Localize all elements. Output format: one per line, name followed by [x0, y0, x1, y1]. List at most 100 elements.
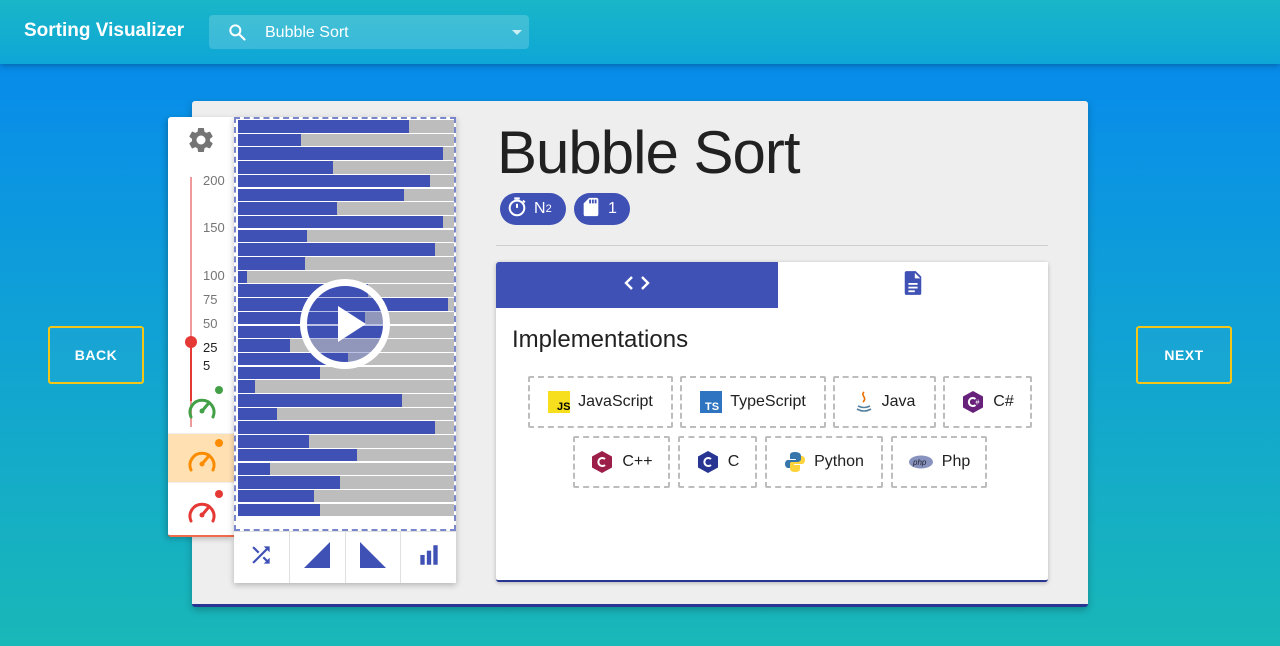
array-bar [238, 257, 454, 270]
next-button[interactable]: NEXT [1136, 326, 1232, 384]
document-icon [902, 270, 924, 301]
javascript-icon: JS [548, 391, 571, 413]
array-bar-fill [238, 229, 308, 243]
array-bar-fill [238, 503, 321, 517]
sort-descending-button[interactable] [346, 532, 402, 583]
array-bar [238, 476, 454, 489]
lang-label: C++ [622, 453, 653, 470]
space-complexity-chip: 1 [574, 193, 630, 225]
svg-text:#: # [976, 400, 980, 407]
c-icon [696, 450, 720, 474]
array-bar-fill [238, 366, 321, 380]
lang-label: C# [993, 393, 1014, 410]
lang-label: TypeScript [730, 393, 806, 410]
bar-chart-icon [416, 542, 442, 573]
shuffle-button[interactable] [234, 532, 290, 583]
array-bar-fill [238, 476, 340, 489]
array-bar-fill [238, 161, 334, 174]
algorithm-title: Bubble Sort [497, 119, 801, 186]
array-bar [238, 448, 454, 462]
speed-indicator-dot [215, 386, 223, 394]
lang-c-button[interactable]: C [678, 436, 757, 488]
speed-slow-button[interactable] [168, 381, 234, 431]
csharp-icon: # [961, 390, 985, 414]
array-bar [238, 215, 454, 229]
algorithm-select[interactable]: Bubble Sort [209, 15, 529, 49]
algorithm-select-value: Bubble Sort [265, 24, 349, 41]
divider [496, 245, 1048, 246]
array-bar [238, 188, 454, 201]
array-bar [238, 147, 454, 160]
time-complexity-base: N [534, 200, 546, 217]
lang-label: Php [941, 453, 971, 470]
array-bar-fill [238, 380, 256, 393]
array-bar [238, 243, 454, 256]
array-bar-fill [238, 394, 403, 407]
timer-icon [506, 196, 534, 223]
lang-label: Python [814, 453, 864, 470]
array-bar-fill [238, 407, 277, 421]
size-tick: 200 [203, 173, 225, 188]
back-button[interactable]: BACK [48, 326, 144, 384]
search-icon [227, 22, 247, 47]
array-bar-fill [238, 421, 435, 434]
svg-text:JS: JS [557, 401, 570, 413]
lang-csharp-button[interactable]: # C# [943, 376, 1032, 428]
time-complexity-chip: N2 [500, 193, 566, 225]
lang-php-button[interactable]: php Php [891, 436, 987, 488]
array-bar-fill [238, 202, 338, 215]
lang-python-button[interactable]: Python [765, 436, 883, 488]
play-icon [338, 306, 366, 342]
bar-chart-button[interactable] [401, 532, 456, 583]
array-bar [238, 174, 454, 188]
size-slider-thumb[interactable] [185, 336, 197, 348]
array-bar-fill [238, 489, 314, 503]
code-icon [623, 273, 651, 298]
array-bar [238, 462, 454, 475]
array-bar [238, 229, 454, 243]
app-title: Sorting Visualizer [24, 20, 185, 41]
array-bar-fill [238, 270, 247, 284]
speed-indicator-dot [215, 439, 223, 447]
lang-typescript-button[interactable]: TS TypeScript [680, 376, 826, 428]
size-tick: 5 [203, 358, 211, 373]
array-bar-fill [238, 339, 290, 352]
lang-label: Java [881, 393, 916, 410]
array-bar-fill [238, 147, 444, 160]
lang-java-button[interactable]: Java [833, 376, 936, 428]
array-bar-fill [238, 435, 310, 448]
gear-icon[interactable] [186, 125, 216, 160]
tab-description[interactable] [778, 262, 1048, 308]
array-bar-fill [238, 120, 409, 133]
size-tick: 150 [203, 220, 225, 235]
implementations-card: Implementations JS JavaScript TS TypeScr… [496, 262, 1048, 582]
lang-label: JavaScript [578, 393, 653, 410]
speed-medium-button[interactable] [168, 433, 234, 483]
lang-cpp-button[interactable]: C++ [573, 436, 670, 488]
memory-card-icon [580, 196, 608, 223]
array-bar [238, 394, 454, 407]
cpp-icon [590, 450, 614, 474]
size-tick: 50 [203, 316, 218, 331]
array-bar [238, 120, 454, 133]
implementations-heading: Implementations [512, 326, 689, 353]
array-bar [238, 202, 454, 215]
array-bar [238, 421, 454, 434]
size-tick: 100 [203, 268, 225, 283]
chevron-down-icon [512, 30, 522, 35]
bar-toolbar [234, 531, 456, 583]
array-bar-fill [238, 462, 271, 475]
speed-fast-button[interactable] [168, 485, 234, 535]
size-tick-selected: 25 [203, 340, 218, 355]
array-bar [238, 407, 454, 421]
array-bar [238, 161, 454, 174]
python-icon [784, 451, 806, 473]
array-bar [238, 380, 454, 393]
tab-code[interactable] [496, 262, 778, 308]
svg-text:php: php [912, 458, 927, 467]
play-button[interactable] [300, 279, 390, 369]
sort-ascending-button[interactable] [290, 532, 346, 583]
size-tick: 75 [203, 292, 218, 307]
lang-javascript-button[interactable]: JS JavaScript [528, 376, 673, 428]
bars-panel [234, 117, 456, 583]
